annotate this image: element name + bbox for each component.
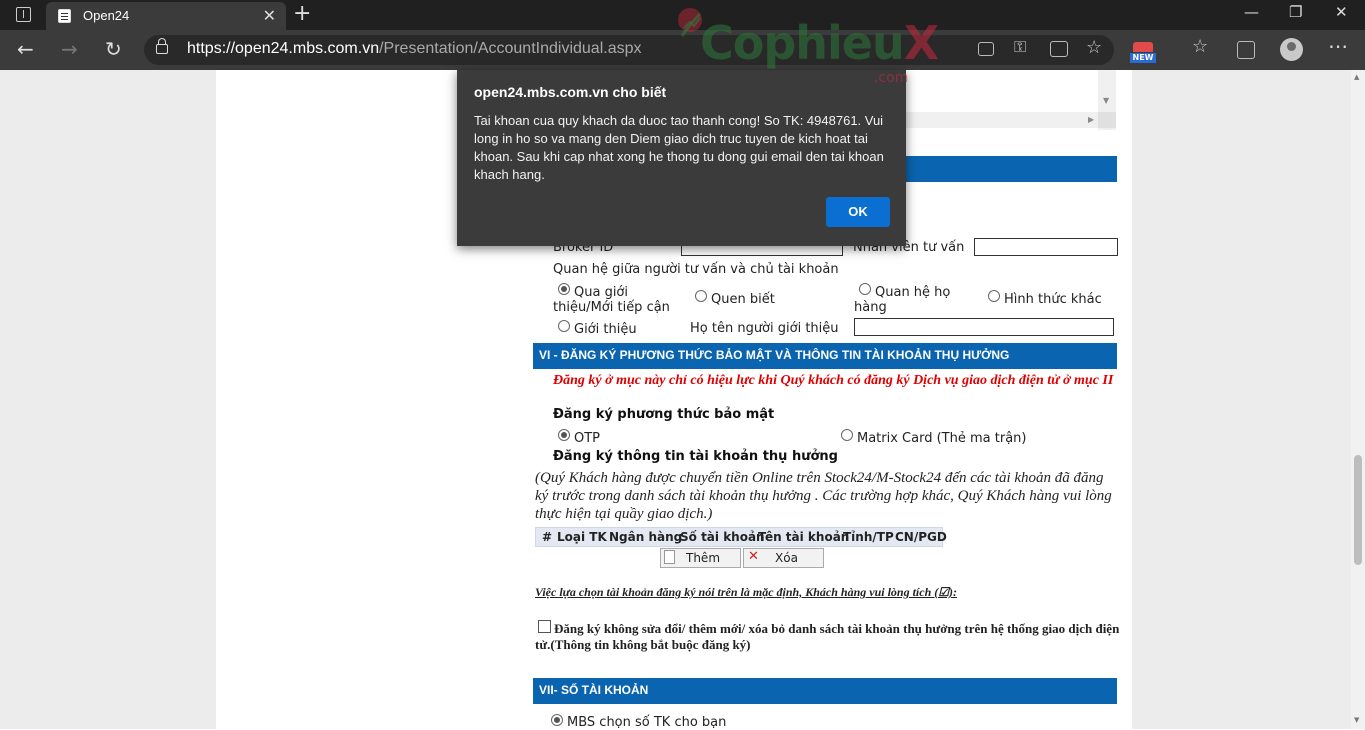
security-otp-label: OTP — [574, 431, 601, 446]
new-feature-icon[interactable]: NEW — [1130, 42, 1156, 64]
col-index: # — [542, 530, 553, 544]
back-icon[interactable]: ← — [17, 37, 34, 61]
add-beneficiary-button[interactable]: Thêm — [660, 548, 741, 568]
beneficiary-note: (Quý Khách hàng được chuyển tiền Online … — [535, 470, 1112, 522]
rel-option-other: Hình thức khác — [1004, 292, 1102, 307]
reading-view-icon[interactable] — [1050, 41, 1068, 57]
col-account-name: Tên tài khoản — [758, 530, 850, 544]
page-scrollbar[interactable]: ▲ ▼ — [1351, 70, 1365, 729]
dialog-title: open24.mbs.com.vn cho biết — [474, 84, 667, 100]
rel-radio-introduction[interactable] — [558, 320, 570, 332]
security-matrix-radio[interactable] — [841, 429, 853, 441]
delete-icon: ✕ — [748, 549, 759, 564]
new-tab-icon[interactable]: + — [293, 1, 311, 26]
scrollbar-thumb[interactable] — [1354, 455, 1362, 565]
security-matrix-label: Matrix Card (Thẻ ma trận) — [857, 431, 1027, 446]
relationship-label: Quan hệ giữa người tư vấn và chủ tài kho… — [553, 262, 839, 277]
rel-radio-other[interactable] — [988, 290, 1000, 302]
browser-tab[interactable]: Open24 ✕ — [46, 2, 286, 30]
dialog-message: Tai khoan cua quy khach da duoc tao than… — [474, 113, 884, 182]
rel-option-relative: Quan hệ họ hàng — [854, 285, 951, 315]
referrer-label: Họ tên người giới thiệu — [690, 321, 839, 336]
advisor-input[interactable] — [974, 238, 1118, 256]
col-bank: Ngân hàng — [609, 530, 683, 544]
add-icon — [664, 550, 675, 564]
security-otp-radio[interactable] — [558, 429, 570, 441]
maximize-icon[interactable]: ❐ — [1289, 3, 1302, 21]
no-change-label: Đăng ký không sửa đổi/ thêm mới/ xóa bỏ … — [535, 621, 1120, 652]
rel-option-acquaintance: Quen biết — [711, 292, 775, 307]
textarea-hscrollbar[interactable]: ▶ — [900, 112, 1100, 128]
section-7-header: VII- SỐ TÀI KHOẢN — [533, 678, 1117, 704]
alert-dialog: open24.mbs.com.vn cho biết Tai khoan cua… — [457, 70, 906, 246]
rel-option-referral: Qua giới thiệu/Mới tiếp cận — [553, 285, 670, 315]
default-selection-note: Việc lựa chọn tài khoản đăng ký nói trên… — [535, 585, 958, 599]
col-branch: CN/PGD — [895, 530, 947, 544]
beneficiary-label: Đăng ký thông tin tài khoản thụ hưởng — [553, 449, 838, 464]
beneficiary-table-header: # Loại TK Ngân hàng Số tài khoản Tên tài… — [535, 527, 947, 547]
section-6-header: VI - ĐĂNG KÝ PHƯƠNG THỨC BẢO MẬT VÀ THÔN… — [533, 343, 1117, 369]
close-tab-icon[interactable]: ✕ — [263, 6, 276, 25]
tab-actions-icon[interactable] — [16, 7, 31, 22]
lock-icon[interactable] — [156, 38, 168, 54]
browser-tab-bar: Open24 ✕ + — ❐ ✕ — [0, 0, 1365, 30]
referrer-input[interactable] — [854, 318, 1114, 336]
delete-beneficiary-button[interactable]: ✕ Xóa — [743, 548, 824, 568]
security-method-label: Đăng ký phương thức bảo mật — [553, 407, 775, 422]
scroll-corner — [1098, 112, 1116, 128]
col-account-number: Số tài khoản — [680, 530, 765, 544]
minimize-icon[interactable]: — — [1244, 3, 1259, 21]
forward-icon[interactable]: → — [61, 37, 78, 61]
collections-icon[interactable] — [1237, 41, 1255, 59]
col-account-type: Loại TK — [557, 530, 607, 544]
page-favicon-icon — [58, 9, 71, 23]
ok-button[interactable]: OK — [826, 197, 890, 227]
section-6-warning: Đăng ký ở mục này chỉ có hiệu lực khi Qu… — [553, 373, 1114, 388]
profile-avatar[interactable] — [1280, 38, 1303, 61]
key-icon[interactable]: ⚿ — [1014, 37, 1026, 57]
browser-toolbar: ← → ↻ https://open24.mbs.com.vn/Presenta… — [0, 30, 1365, 70]
rel-option-introduction: Giới thiệu — [574, 322, 637, 337]
address-bar[interactable]: https://open24.mbs.com.vn/Presentation/A… — [144, 35, 1114, 65]
more-menu-icon[interactable]: ⋯ — [1328, 34, 1348, 58]
account-auto-radio[interactable] — [551, 714, 563, 726]
favorite-add-icon[interactable]: ☆ — [1086, 37, 1102, 58]
rel-radio-acquaintance[interactable] — [695, 290, 707, 302]
tab-title: Open24 — [83, 8, 130, 23]
refresh-icon[interactable]: ↻ — [105, 37, 122, 61]
col-province: Tỉnh/TP — [843, 530, 894, 544]
url-text: https://open24.mbs.com.vn/Presentation/A… — [187, 40, 642, 57]
favorites-icon[interactable]: ☆ — [1192, 36, 1208, 57]
account-auto-label: MBS chọn số TK cho bạn — [567, 715, 727, 730]
close-window-icon[interactable]: ✕ — [1335, 3, 1348, 21]
tracking-prevention-icon[interactable] — [978, 42, 994, 56]
